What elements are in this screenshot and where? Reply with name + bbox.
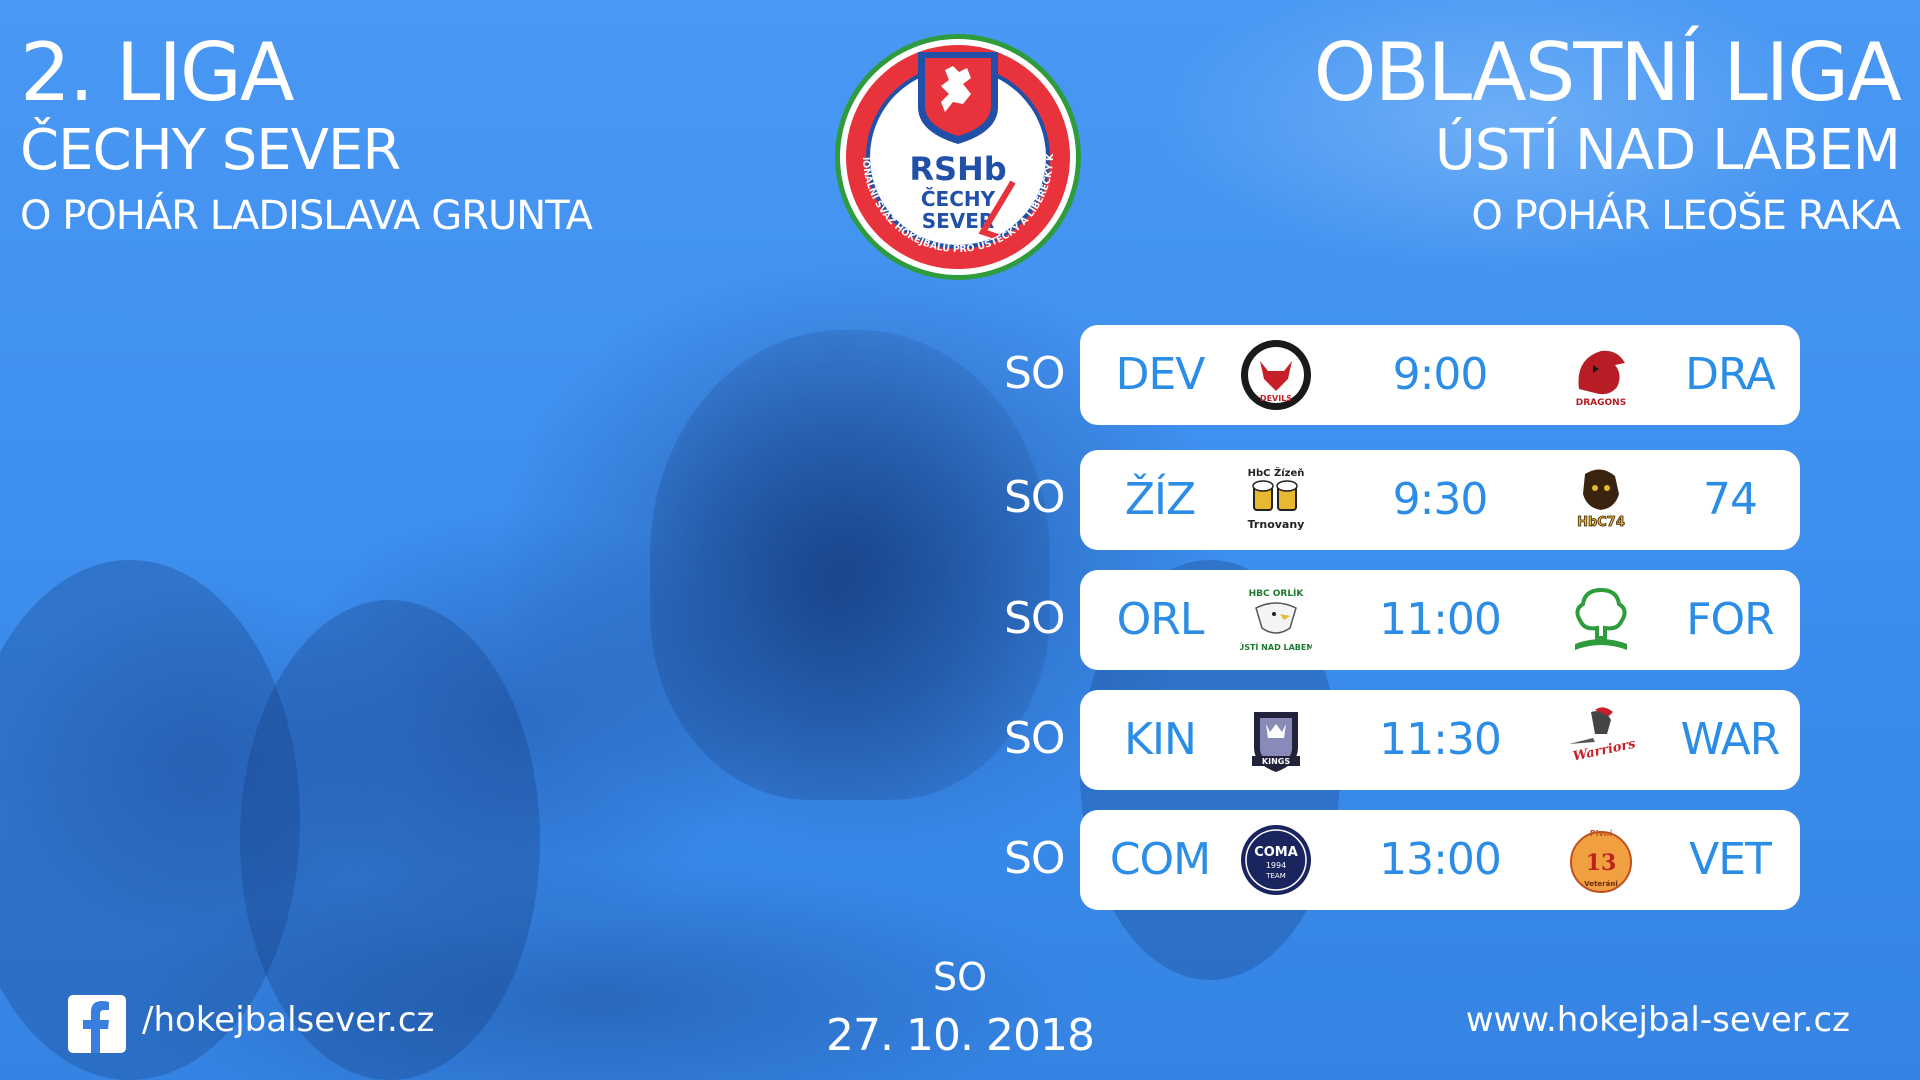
kings-text: KINGS [1262,757,1290,766]
kings-badge-icon: KINGS [1252,712,1300,772]
match-time: 9:00 [1392,349,1489,400]
pivni-veterani-badge-icon: Pivní 13 Veteráni [1570,829,1632,893]
right-title-line2: ÚSTÍ NAD LABEM [1434,118,1901,183]
veterani-bottom-text: Veteráni [1584,880,1617,888]
hbc-74-badge-icon: HbC74 [1577,469,1625,530]
away-team: WAR [1680,714,1781,765]
coma-team-badge-icon: COMA 1994 TEAM [1241,825,1311,895]
right-league-title: OBLASTNÍ LIGA ÚSTÍ NAD LABEM O POHÁR LEO… [1313,26,1902,246]
zizen-top-text: HbC Žízeň [1248,466,1305,479]
away-team: FOR [1686,594,1775,645]
background-helmet [650,330,1050,800]
match-card: KIN KINGS 11:30 Warriors WAR [1080,690,1800,790]
home-team: ŽÍZ [1124,474,1196,525]
left-title-line3: O POHÁR LADISLAVA GRUNTA [20,193,593,239]
match-day: SO [1004,348,1066,399]
forest-tree-badge-icon [1575,587,1627,650]
away-team: 74 [1703,474,1758,525]
coma-text: COMA [1254,845,1298,860]
match-day: SO [1004,593,1066,644]
logo-line1: ČECHY [921,187,996,211]
match-card: ŽÍZ HbC Žízeň Trnovany 9:30 HbC74 74 [1080,450,1800,550]
coma-year-text: 1994 [1266,861,1286,870]
devils-text: DEVILS [1260,394,1292,403]
svg-text:13: 13 [1586,850,1617,876]
hbc74-text: HbC74 [1577,515,1625,530]
footer-day: SO [932,955,988,999]
veterani-top-text: Pivní [1590,829,1614,838]
hbc-zizen-trnovany-badge-icon: HbC Žízeň Trnovany [1248,466,1305,531]
footer-date: 27. 10. 2018 [826,1010,1095,1061]
orlik-bottom-text: ÚSTÍ NAD LABEM [1240,641,1312,652]
match-day: SO [1004,472,1066,523]
zizen-bottom-text: Trnovany [1248,518,1305,531]
match-day: SO [1004,713,1066,764]
rshb-logo: RSHb ČECHY SEVER REGIONÁLNÍ SVAZ HOKEJBA… [833,32,1081,280]
facebook-link[interactable]: /hokejbalsever.cz [142,1000,434,1040]
home-team: ORL [1116,594,1205,645]
orlik-top-text: HBC ORLÍK [1249,587,1305,599]
devils-decin-badge-icon: DEVILS [1241,340,1311,410]
website-link[interactable]: www.hokejbal-sever.cz [1466,1000,1850,1040]
warriors-text: Warriors [1572,737,1637,765]
coma-team-text: TEAM [1265,872,1286,880]
dragons-usti-badge-icon: DRAGONS [1576,350,1626,408]
logo-abbr: RSHb [909,150,1006,188]
home-team: KIN [1124,714,1197,765]
left-title-line1: 2. LIGA [20,26,295,119]
match-card: DEV DEVILS 9:00 DRAGONS DRA [1080,325,1800,425]
facebook-icon[interactable] [68,995,126,1053]
match-time: 13:00 [1379,834,1502,885]
away-team: DRA [1685,349,1776,400]
match-card: ORL HBC ORLÍK ÚSTÍ NAD LABEM 11:00 FOR [1080,570,1800,670]
left-title-line2: ČECHY SEVER [20,118,401,183]
right-title-line1: OBLASTNÍ LIGA [1313,26,1902,119]
left-league-title: 2. LIGA ČECHY SEVER O POHÁR LADISLAVA GR… [20,26,593,246]
match-time: 9:30 [1392,474,1489,525]
away-team: VET [1689,834,1772,885]
home-team: COM [1109,834,1211,885]
match-time: 11:30 [1379,714,1502,765]
warriors-badge-icon: Warriors [1569,707,1637,765]
hbc-orlik-badge-icon: HBC ORLÍK ÚSTÍ NAD LABEM [1240,587,1312,652]
match-day: SO [1004,833,1066,884]
dragons-text: DRAGONS [1576,398,1626,408]
match-card: COM COMA 1994 TEAM 13:00 Pivní 13 Veterá… [1080,810,1800,910]
right-title-line3: O POHÁR LEOŠE RAKA [1471,193,1901,239]
home-team: DEV [1115,349,1206,400]
match-time: 11:00 [1379,594,1502,645]
